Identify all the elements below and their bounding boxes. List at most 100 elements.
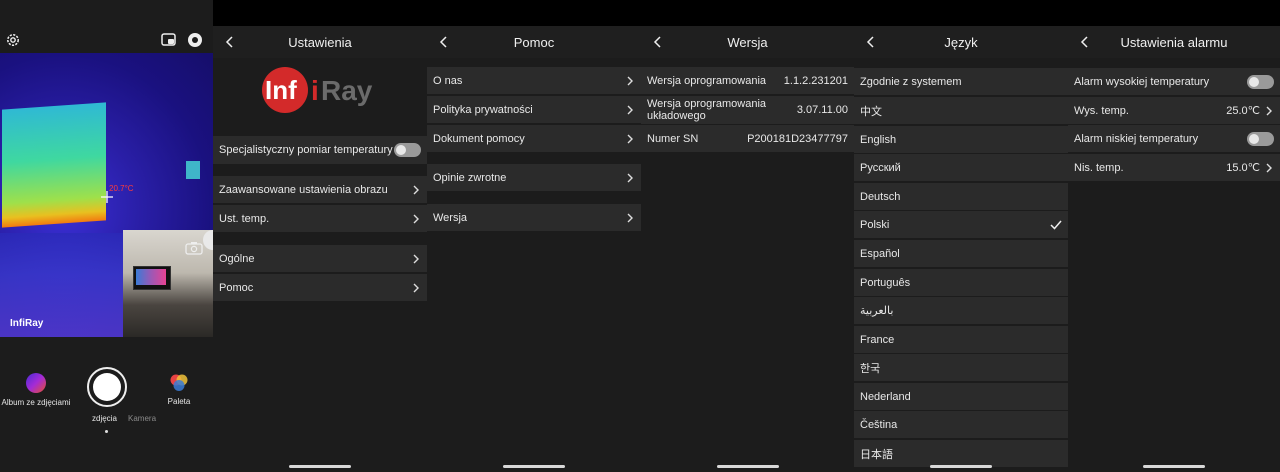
back-arrow-icon[interactable] <box>647 26 667 58</box>
language-item[interactable]: Español <box>854 240 1068 268</box>
camera-top-bar <box>0 28 213 54</box>
version-item-firmware: Wersja oprogramowania układowego 3.07.11… <box>641 96 854 125</box>
album-button[interactable]: Album ze zdjęciami <box>0 373 72 413</box>
shutter-aperture-icon[interactable] <box>187 32 203 48</box>
shutter-inner <box>93 373 121 401</box>
help-item-feedback[interactable]: Opinie zwrotne <box>427 164 641 192</box>
picture-in-picture-icon[interactable] <box>161 33 177 47</box>
palette-icon <box>168 373 190 393</box>
home-indicator <box>930 465 992 468</box>
help-item-version[interactable]: Wersja <box>427 204 641 232</box>
language-item[interactable]: Русский <box>854 154 1068 182</box>
settings-item-label: Pomoc <box>219 281 254 294</box>
settings-screen: Ustawienia Inf i Ray Specjalistyczny pomia… <box>213 0 427 472</box>
home-indicator <box>716 465 779 468</box>
language-item[interactable]: Čeština <box>854 411 1068 439</box>
expert-measurement-toggle[interactable] <box>394 143 421 157</box>
album-thumbnail-icon <box>26 373 46 393</box>
palette-label: Paleta <box>167 397 191 406</box>
language-item[interactable]: 한국 <box>854 354 1068 382</box>
low-alarm-toggle[interactable] <box>1247 131 1274 146</box>
alarm-item-low-toggle[interactable]: Alarm niskiej temperatury <box>1068 125 1280 153</box>
help-item-privacy[interactable]: Polityka prywatności <box>427 96 641 124</box>
home-indicator <box>1143 465 1205 468</box>
version-title: Wersja <box>727 34 768 50</box>
version-item-label: Wersja oprogramowania <box>647 74 767 87</box>
language-item-selected[interactable]: Polski <box>854 211 1068 239</box>
home-indicator <box>503 465 565 468</box>
back-arrow-icon[interactable] <box>433 26 453 58</box>
mode-video[interactable]: Kamera <box>128 414 156 423</box>
language-item-label: Polski <box>860 218 890 231</box>
thermal-warm-spot <box>186 161 200 179</box>
settings-gear-icon[interactable] <box>5 32 21 48</box>
high-alarm-toggle[interactable] <box>1247 74 1274 89</box>
thermal-viewfinder[interactable]: 20.7°C InfiRay <box>0 53 213 337</box>
back-arrow-icon[interactable] <box>1074 26 1094 58</box>
language-item-label: بالعربية <box>860 305 894 317</box>
language-item[interactable]: بالعربية <box>854 297 1068 325</box>
temperature-readout: 20.7°C <box>109 184 134 193</box>
preview-monitor-screen <box>136 269 166 285</box>
shutter-button[interactable] <box>87 367 127 407</box>
chevron-right-icon <box>625 172 635 184</box>
language-item[interactable]: 中文 <box>854 97 1068 125</box>
version-item-value: 1.1.2.231201 <box>783 74 848 87</box>
alarm-item-label: Alarm niskiej temperatury <box>1074 132 1199 145</box>
infiray-logo: Inf i Ray <box>261 66 381 114</box>
thermal-hotspot-monitor <box>2 102 106 228</box>
language-item-label: Español <box>860 247 900 260</box>
alarm-item-label: Nis. temp. <box>1074 161 1124 174</box>
svg-text:Inf: Inf <box>265 75 297 105</box>
chevron-right-icon <box>1264 105 1274 117</box>
alarm-settings-screen: Ustawienia alarmu Alarm wysokiej tempera… <box>1068 0 1280 472</box>
language-item[interactable]: France <box>854 326 1068 354</box>
language-header: Język <box>854 26 1068 58</box>
mode-photo[interactable]: zdjęcia <box>92 414 117 423</box>
camera-screen: 20.7°C InfiRay Album ze zdjęciami Paleta… <box>0 0 213 472</box>
language-item[interactable]: Português <box>854 269 1068 297</box>
help-item-docs[interactable]: Dokument pomocy <box>427 125 641 153</box>
language-item-label: English <box>860 133 897 146</box>
camera-switch-icon[interactable] <box>185 241 203 255</box>
help-screen: Pomoc O nas Polityka prywatności Dokumen… <box>427 0 641 472</box>
help-item-label: Polityka prywatności <box>433 103 533 116</box>
language-item[interactable]: Deutsch <box>854 183 1068 211</box>
language-item-label: Zgodnie z systemem <box>860 75 962 88</box>
alarm-item-value: 25.0℃ <box>1226 105 1260 117</box>
help-item-label: Opinie zwrotne <box>433 171 507 184</box>
settings-item-advanced-image[interactable]: Zaawansowane ustawienia obrazu <box>213 176 427 204</box>
settings-item-expert-measurement[interactable]: Specjalistyczny pomiar temperatury <box>213 136 427 165</box>
settings-title: Ustawienia <box>288 34 352 50</box>
version-item-value: P200181D23477797 <box>747 132 848 145</box>
settings-item-temp[interactable]: Ust. temp. <box>213 205 427 233</box>
watermark-logo: InfiRay <box>10 318 44 329</box>
back-arrow-icon[interactable] <box>860 26 880 58</box>
help-item-label: Wersja <box>433 211 468 224</box>
language-item[interactable]: 日本語 <box>854 440 1068 468</box>
language-screen: Język Zgodnie z systemem 中文 English Русс… <box>854 0 1068 472</box>
alarm-item-high-temp[interactable]: Wys. temp. 25.0℃ <box>1068 97 1280 125</box>
language-item[interactable]: Zgodnie z systemem <box>854 68 1068 96</box>
alarm-title: Ustawienia alarmu <box>1120 34 1228 50</box>
alarm-item-label: Alarm wysokiej temperatury <box>1074 75 1210 88</box>
language-item-label: Nederland <box>860 390 911 403</box>
chevron-right-icon <box>411 282 421 294</box>
version-item-label: Wersja oprogramowania układowego <box>647 98 767 122</box>
settings-item-label: Ogólne <box>219 252 255 265</box>
settings-item-help[interactable]: Pomoc <box>213 274 427 302</box>
language-item-label: Русский <box>860 161 901 174</box>
language-item-label: Português <box>860 276 911 289</box>
alarm-item-low-temp[interactable]: Nis. temp. 15.0℃ <box>1068 154 1280 182</box>
chevron-right-icon <box>411 184 421 196</box>
chevron-right-icon <box>1264 162 1274 174</box>
settings-item-general[interactable]: Ogólne <box>213 245 427 273</box>
back-arrow-icon[interactable] <box>219 26 239 58</box>
language-item[interactable]: Nederland <box>854 383 1068 411</box>
alarm-item-high-toggle[interactable]: Alarm wysokiej temperatury <box>1068 68 1280 96</box>
version-item-label: Numer SN <box>647 132 699 145</box>
help-item-about[interactable]: O nas <box>427 67 641 95</box>
palette-button[interactable]: Paleta <box>160 373 198 413</box>
language-item[interactable]: English <box>854 126 1068 154</box>
svg-text:i: i <box>311 75 319 106</box>
